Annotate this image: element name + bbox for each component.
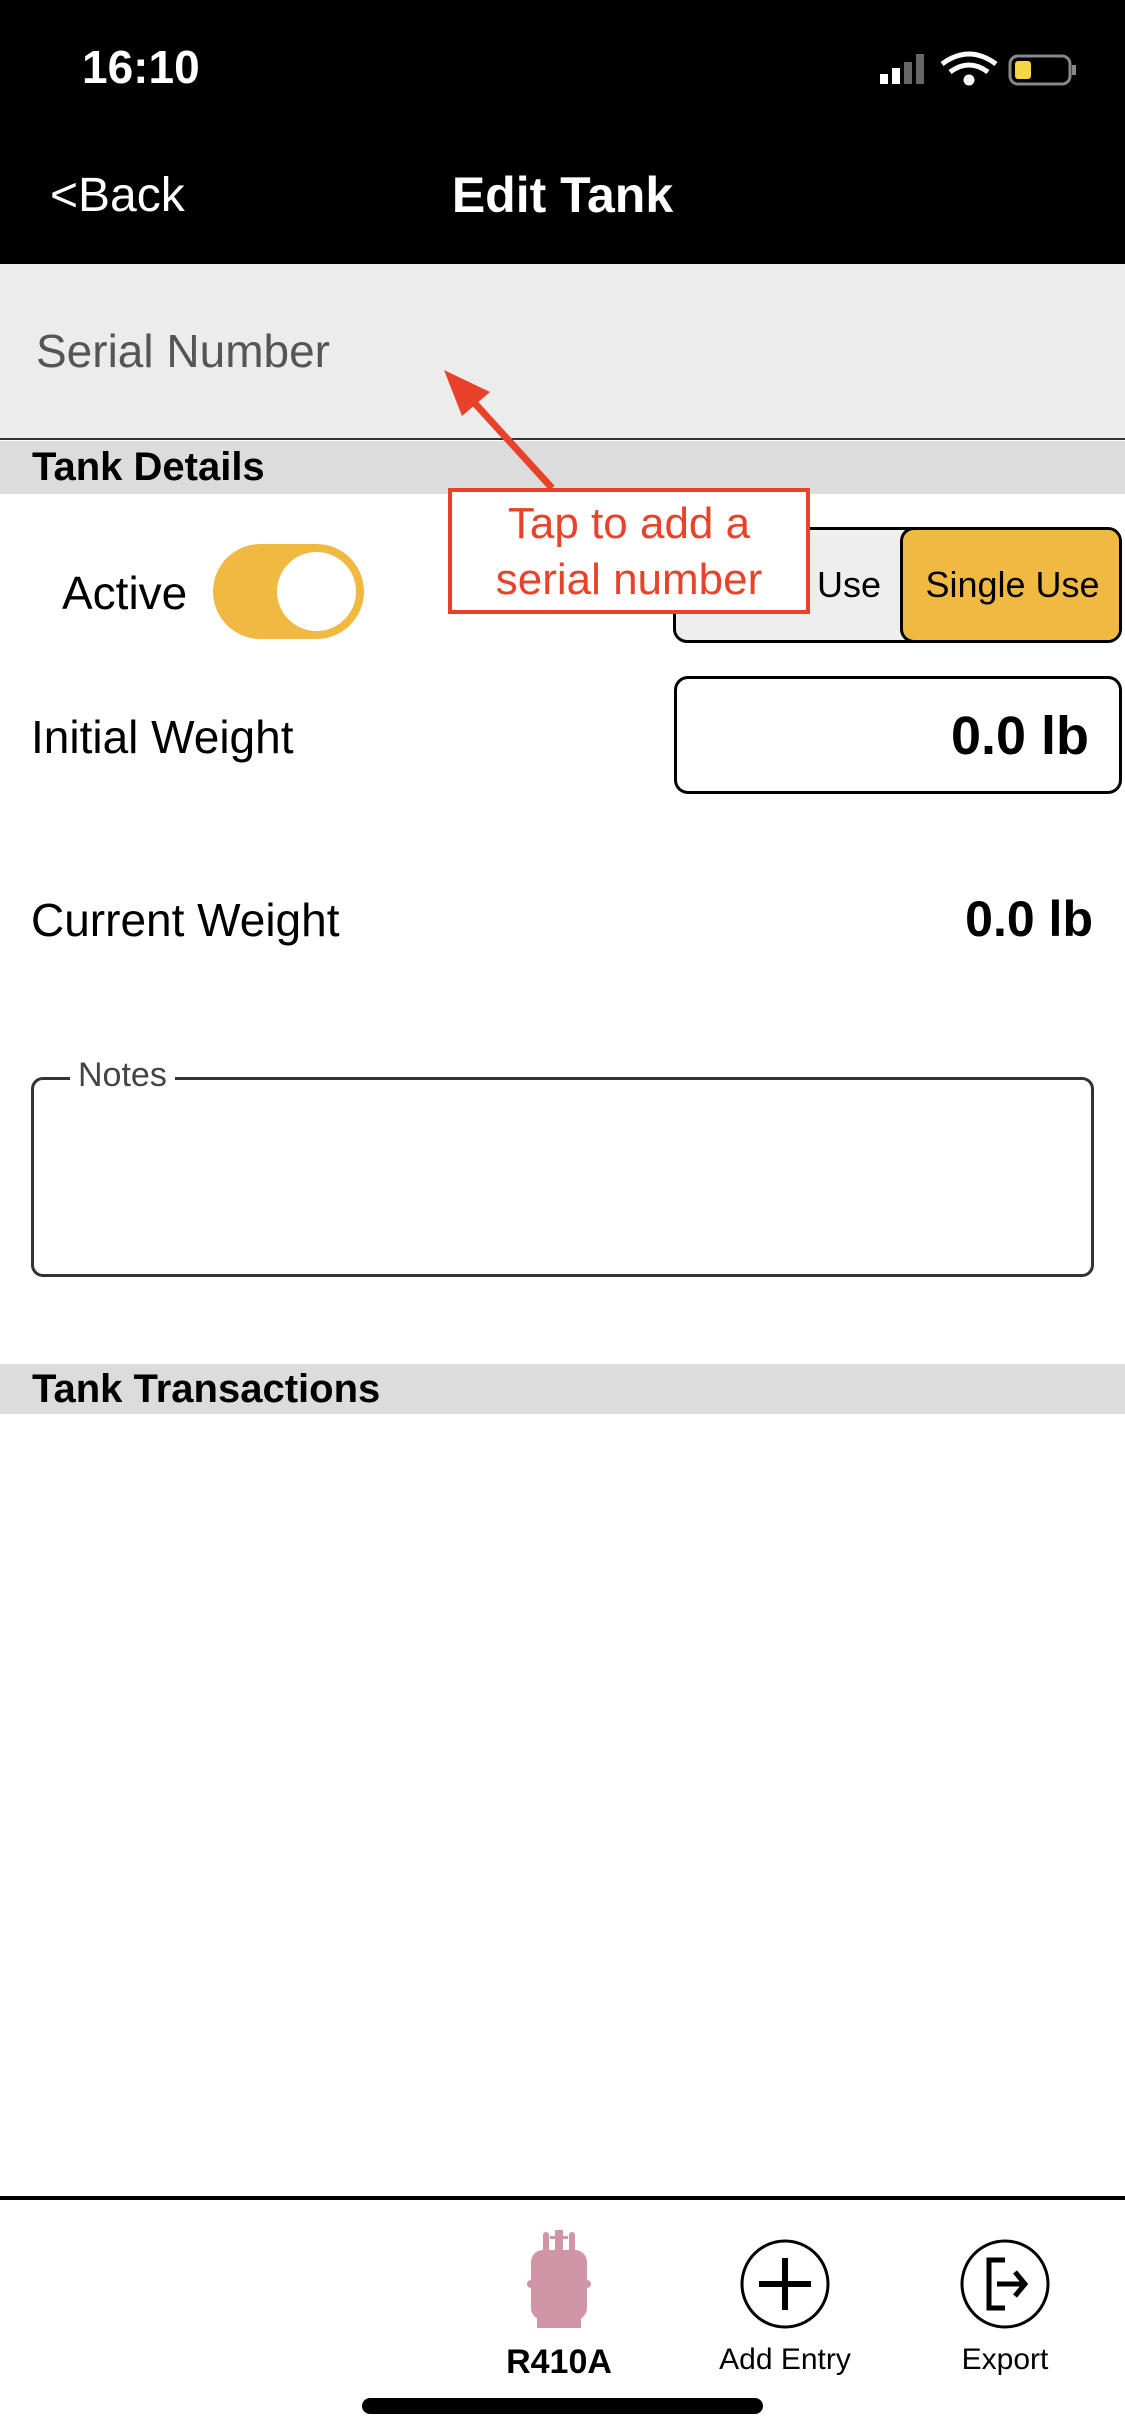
export-icon — [960, 2239, 1050, 2329]
initial-weight-label: Initial Weight — [31, 711, 294, 763]
refrigerant-label: R410A — [506, 2343, 612, 2381]
home-indicator[interactable] — [362, 2398, 763, 2414]
callout-line-1: Tap to add a — [507, 499, 751, 548]
annotation-callout: Tap to add a serial number — [448, 488, 810, 614]
callout-line-2: serial number — [495, 555, 763, 604]
current-weight-label: Current Weight — [31, 894, 340, 946]
tab-refrigerant[interactable]: R410A — [439, 2230, 679, 2382]
export-button[interactable]: Export — [885, 2238, 1125, 2377]
add-entry-button[interactable]: Add Entry — [665, 2238, 905, 2377]
current-weight-value: 0.0 lb — [965, 891, 1093, 947]
tank-transactions-header: Tank Transactions — [0, 1364, 1125, 1414]
export-label: Export — [961, 2343, 1049, 2376]
tank-icon — [527, 2230, 591, 2328]
add-entry-label: Add Entry — [719, 2343, 851, 2376]
notes-field[interactable]: Notes — [31, 1056, 1094, 1277]
notes-label: Notes — [70, 1056, 175, 1095]
plus-circle-icon — [740, 2239, 830, 2329]
